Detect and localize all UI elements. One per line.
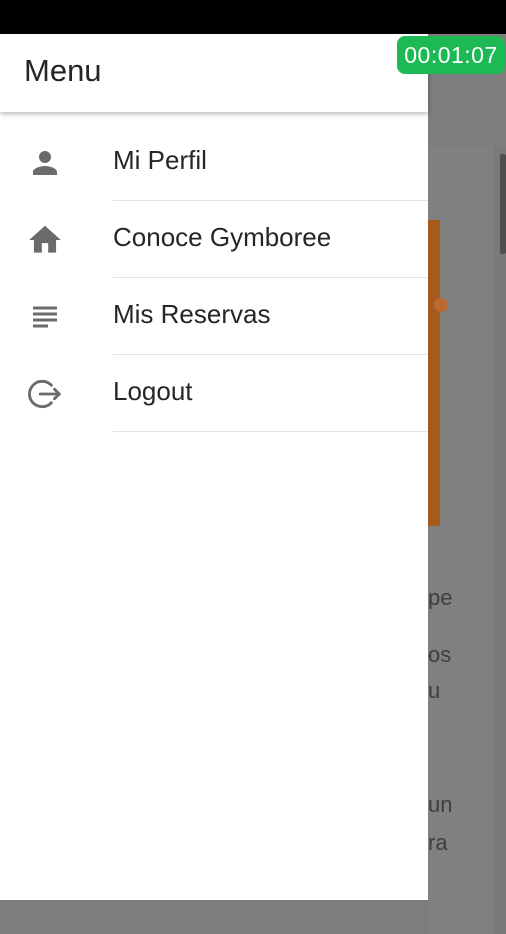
- list-icon: [24, 298, 66, 336]
- background-text-fragment: pe: [428, 587, 453, 609]
- background-text-fragment: ra: [428, 832, 448, 854]
- navigation-drawer: Menu Mi Perfil Conoce Gymboree Mis Reser…: [0, 34, 428, 900]
- status-bar: [0, 0, 506, 34]
- menu-item-label: Mis Reservas: [113, 299, 271, 329]
- menu-item-label: Conoce Gymboree: [113, 222, 332, 252]
- background-text-fragment: un: [428, 794, 453, 816]
- menu-item-label: Mi Perfil: [113, 145, 207, 175]
- menu-list: Mi Perfil Conoce Gymboree Mis Reservas L…: [0, 124, 428, 432]
- person-icon: [24, 144, 66, 182]
- divider: [113, 431, 428, 432]
- menu-item-label: Logout: [113, 376, 193, 406]
- logout-icon: [24, 375, 66, 413]
- menu-item-conoce-gymboree[interactable]: Conoce Gymboree: [0, 201, 428, 278]
- home-icon: [24, 221, 66, 259]
- background-scrollbar: [494, 146, 506, 934]
- background-text-fragment: u: [428, 680, 441, 702]
- background-scroll-thumb: [500, 154, 506, 254]
- menu-item-mis-reservas[interactable]: Mis Reservas: [0, 278, 428, 355]
- background-image-fragment: [428, 220, 440, 526]
- menu-item-logout[interactable]: Logout: [0, 355, 428, 432]
- background-text-fragment: os: [428, 644, 452, 666]
- session-timer: 00:01:07: [397, 36, 505, 74]
- drawer-header: Menu: [0, 34, 428, 112]
- menu-item-mi-perfil[interactable]: Mi Perfil: [0, 124, 428, 201]
- drawer-title: Menu: [24, 53, 102, 88]
- background-image-dot: [434, 298, 448, 312]
